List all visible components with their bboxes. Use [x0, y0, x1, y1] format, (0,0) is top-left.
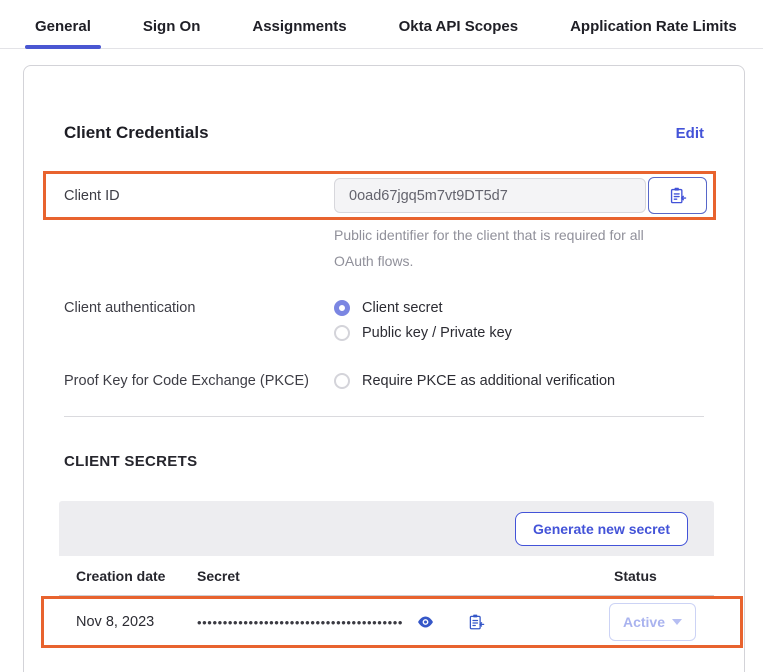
tab-okta-api-scopes[interactable]: Okta API Scopes	[389, 18, 529, 48]
client-secrets-title: CLIENT SECRETS	[64, 453, 704, 470]
tab-general[interactable]: General	[25, 18, 101, 48]
header-secret: Secret	[197, 568, 614, 584]
radio-selected-icon[interactable]	[334, 300, 350, 316]
section-divider	[64, 416, 704, 417]
tab-assignments[interactable]: Assignments	[242, 18, 356, 48]
radio-public-private-key-label: Public key / Private key	[362, 325, 512, 341]
tab-sign-on[interactable]: Sign On	[133, 18, 211, 48]
client-id-input[interactable]	[334, 178, 646, 213]
client-credentials-title: Client Credentials	[64, 123, 209, 143]
reveal-secret-button[interactable]	[417, 615, 434, 629]
secret-creation-date: Nov 8, 2023	[76, 614, 197, 630]
eye-icon	[417, 615, 434, 629]
generate-new-secret-button[interactable]: Generate new secret	[515, 512, 688, 546]
checkbox-unchecked-icon[interactable]	[334, 373, 350, 389]
client-id-label: Client ID	[64, 188, 334, 204]
radio-unselected-icon[interactable]	[334, 325, 350, 341]
client-credentials-header: Client Credentials Edit	[64, 123, 704, 143]
pkce-checkbox-option[interactable]: Require PKCE as additional verification	[334, 373, 615, 389]
client-authentication-label: Client authentication	[64, 300, 334, 341]
radio-client-secret[interactable]: Client secret	[334, 300, 512, 316]
radio-client-secret-label: Client secret	[362, 300, 443, 316]
client-id-input-group	[334, 177, 707, 214]
tab-bar: General Sign On Assignments Okta API Sco…	[0, 0, 763, 49]
client-secrets-table: Generate new secret Creation date Secret…	[59, 501, 714, 648]
status-label: Active	[623, 614, 665, 630]
pkce-option-label: Require PKCE as additional verification	[362, 373, 615, 389]
client-id-highlight-box: Client ID	[43, 171, 716, 220]
pkce-row: Proof Key for Code Exchange (PKCE) Requi…	[64, 373, 704, 389]
secrets-toolbar: Generate new secret	[59, 501, 714, 556]
pkce-label: Proof Key for Code Exchange (PKCE)	[64, 373, 334, 389]
general-settings-card: Client Credentials Edit Client ID Public…	[23, 65, 745, 672]
copy-secret-button[interactable]	[467, 613, 485, 631]
tab-application-rate-limits[interactable]: Application Rate Limits	[560, 18, 747, 48]
secret-cell: ••••••••••••••••••••••••••••••••••••••••	[197, 613, 609, 631]
client-id-helper-text: Public identifier for the client that is…	[334, 222, 664, 274]
clipboard-copy-icon	[467, 613, 485, 631]
clipboard-copy-icon	[668, 186, 687, 205]
secret-row-highlight-box: Nov 8, 2023 ••••••••••••••••••••••••••••…	[41, 596, 743, 648]
table-header-row: Creation date Secret Status	[59, 556, 714, 596]
chevron-down-icon	[672, 619, 682, 625]
copy-client-id-button[interactable]	[648, 177, 707, 214]
masked-secret-value: ••••••••••••••••••••••••••••••••••••••••	[197, 615, 403, 630]
header-creation-date: Creation date	[76, 568, 197, 584]
header-status: Status	[614, 568, 714, 584]
client-authentication-row: Client authentication Client secret Publ…	[64, 300, 704, 341]
edit-link[interactable]: Edit	[676, 125, 704, 142]
radio-public-private-key[interactable]: Public key / Private key	[334, 325, 512, 341]
status-dropdown-button[interactable]: Active	[609, 603, 696, 641]
